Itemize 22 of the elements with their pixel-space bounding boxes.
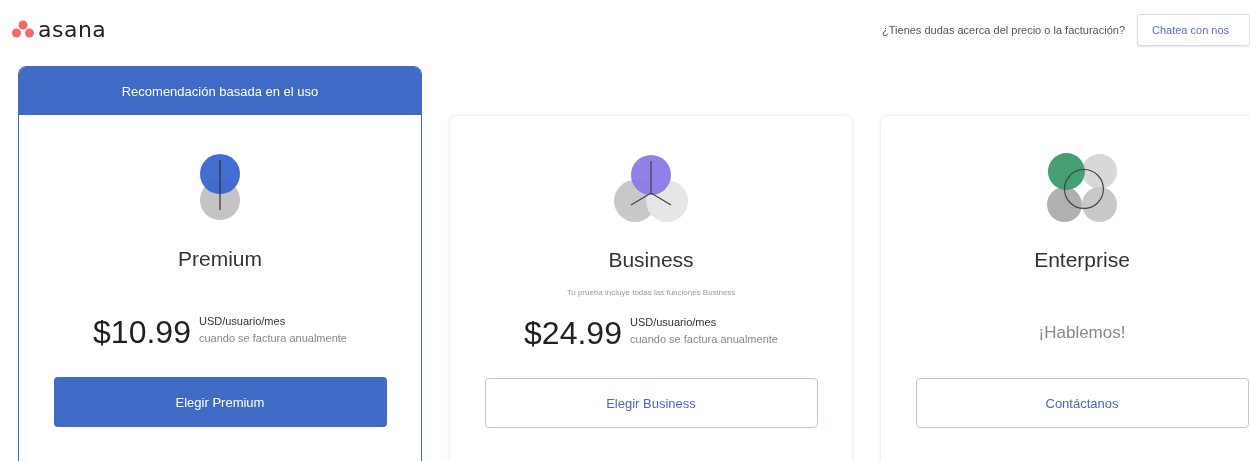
- chat-button[interactable]: Chatea con nos: [1137, 14, 1250, 46]
- circles-icon: [198, 151, 242, 223]
- choose-plan-button[interactable]: Contáctanos: [915, 378, 1249, 428]
- billing-note: cuando se factura anualmente: [198, 331, 347, 344]
- billing-question: ¿Tienes dudas acerca del precio o la facturación?: [882, 24, 1125, 36]
- choose-plan-button[interactable]: Elegir Business: [484, 378, 818, 428]
- plan-name: Premium: [178, 247, 262, 271]
- logo-text: asana: [38, 16, 107, 42]
- recommendation-banner: Recomendación basada en el uso: [19, 67, 421, 115]
- billing-note: cuando se factura anualmente: [629, 332, 778, 345]
- circles-icon: [613, 152, 689, 224]
- plan-name: Business: [608, 248, 694, 272]
- plan-price: $10.99: [93, 313, 191, 351]
- plan-price: $24.99: [524, 314, 622, 352]
- circles-icon: [1046, 152, 1118, 224]
- plan-subtitle: Tu prueba incluye todas las funciones Business: [566, 287, 736, 297]
- contact-text: ¡Hablemos!: [1038, 323, 1126, 343]
- plan-name: Enterprise: [1034, 248, 1130, 272]
- price-unit: USD/usuario/mes: [198, 314, 287, 327]
- choose-plan-button[interactable]: Elegir Premium: [53, 377, 387, 427]
- price-unit: USD/usuario/mes: [629, 315, 718, 328]
- logo-dots-icon: [12, 20, 34, 38]
